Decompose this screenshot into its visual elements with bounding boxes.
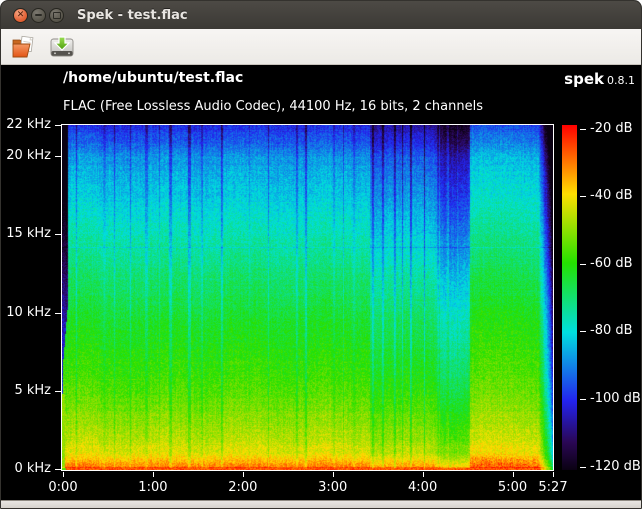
window-title: Spek - test.flac [77, 8, 188, 23]
folder-open-icon [11, 35, 37, 59]
content-area: /home/ubuntu/test.flac spek0.8.1 FLAC (F… [1, 65, 641, 503]
app-name: spek [564, 70, 604, 88]
frequency-tick [55, 469, 62, 470]
save-drive-icon [49, 35, 75, 59]
frequency-tick [55, 125, 62, 126]
colorbar [562, 125, 577, 470]
db-tick-label: -120 dB [590, 459, 641, 475]
time-tick [153, 472, 154, 477]
minimize-button[interactable] [31, 8, 46, 23]
frequency-tick-label: 20 kHz [0, 148, 51, 164]
close-button[interactable]: ✕ [13, 8, 28, 23]
db-tick-label: -100 dB [590, 391, 641, 407]
time-tick-label: 1:00 [128, 480, 178, 496]
frequency-tick-label: 10 kHz [0, 305, 51, 321]
db-tick [580, 467, 586, 468]
db-tick-label: -20 dB [590, 121, 633, 137]
spectrogram-canvas [62, 125, 553, 470]
close-icon: ✕ [17, 11, 25, 20]
db-tick [580, 129, 586, 130]
frequency-tick-label: 15 kHz [0, 226, 51, 242]
spectrogram-plot [61, 124, 554, 471]
window-controls: ✕ [13, 8, 65, 23]
time-tick-label: 4:00 [398, 480, 448, 496]
db-tick [580, 399, 586, 400]
time-tick [63, 472, 64, 477]
app-version: 0.8.1 [607, 74, 635, 87]
time-tick-label: 5:27 [528, 480, 578, 496]
open-file-button[interactable] [9, 32, 39, 62]
time-tick [513, 472, 514, 477]
frequency-tick-label: 5 kHz [0, 383, 51, 399]
frequency-tick-label: 22 kHz [0, 117, 51, 133]
frequency-tick [55, 313, 62, 314]
db-tick-label: -80 dB [590, 323, 633, 339]
frequency-tick-label: 0 kHz [0, 461, 51, 477]
frequency-tick [55, 391, 62, 392]
db-tick-label: -60 dB [590, 256, 633, 272]
maximize-button[interactable] [49, 8, 64, 23]
frequency-tick [55, 234, 62, 235]
time-tick [243, 472, 244, 477]
db-tick-label: -40 dB [590, 188, 633, 204]
spek-window: ✕ Spek - test.flac [0, 0, 642, 509]
db-tick [580, 196, 586, 197]
maximize-icon [53, 12, 61, 19]
titlebar[interactable]: ✕ Spek - test.flac [1, 1, 641, 29]
audio-info: FLAC (Free Lossless Audio Codec), 44100 … [63, 99, 483, 114]
time-tick-label: 0:00 [38, 480, 88, 496]
save-button[interactable] [47, 32, 77, 62]
time-tick [333, 472, 334, 477]
time-tick [553, 472, 554, 477]
file-path: /home/ubuntu/test.flac [63, 70, 243, 86]
frequency-tick [55, 156, 62, 157]
toolbar [1, 29, 641, 65]
app-brand: spek0.8.1 [564, 69, 635, 88]
time-tick-label: 2:00 [218, 480, 268, 496]
db-tick [580, 331, 586, 332]
time-tick [423, 472, 424, 477]
minimize-icon [35, 14, 42, 16]
time-tick-label: 3:00 [308, 480, 358, 496]
window-resize-edge[interactable] [1, 500, 641, 508]
db-tick [580, 264, 586, 265]
